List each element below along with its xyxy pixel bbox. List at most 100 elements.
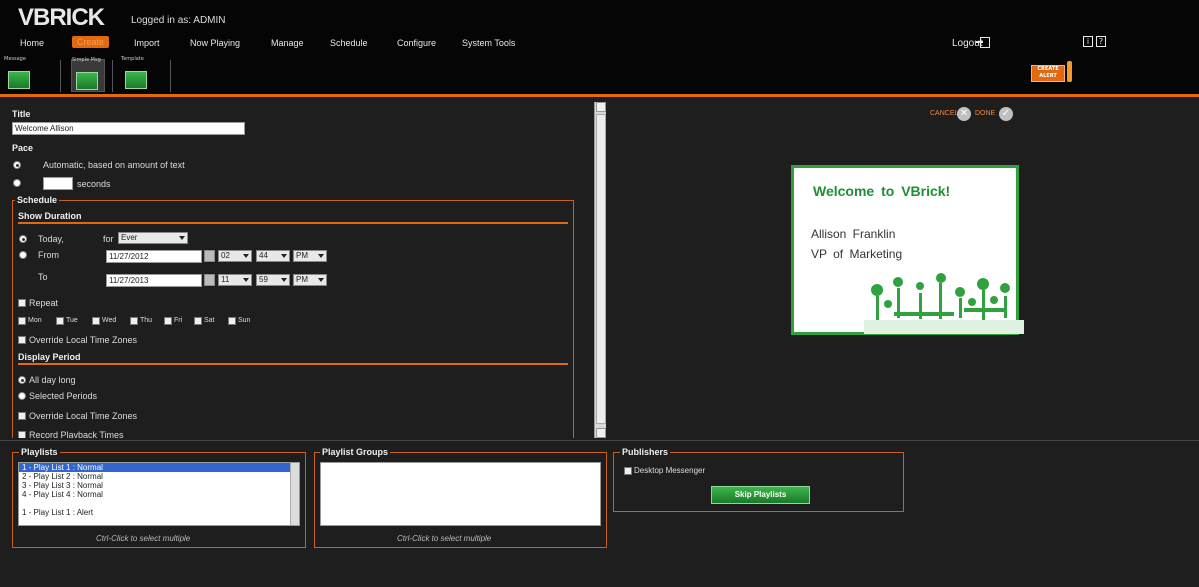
day-label-mon: Mon	[28, 317, 42, 324]
to-minute-select[interactable]: 59	[256, 274, 290, 286]
scroll-down-icon[interactable]	[596, 428, 606, 438]
nav-import[interactable]: Import	[134, 38, 160, 48]
desktop-messenger-checkbox[interactable]	[624, 467, 632, 475]
nav-home[interactable]: Home	[20, 38, 44, 48]
nav-manage[interactable]: Manage	[271, 38, 304, 48]
tool-simple-message-label: Simple Msg	[72, 57, 101, 63]
day-checkbox-wed[interactable]	[92, 317, 100, 325]
show-duration-divider	[18, 222, 568, 224]
message-preview: Welcome to VBrick! Allison Franklin VP o…	[791, 165, 1024, 335]
list-item[interactable]: 3 - Play List 3 : Normal	[19, 481, 299, 490]
desktop-messenger-label: Desktop Messenger	[634, 466, 706, 475]
day-checkbox-mon[interactable]	[18, 317, 26, 325]
nav-now-playing[interactable]: Now Playing	[190, 38, 240, 48]
chevron-down-icon	[243, 254, 249, 258]
nav-system-tools[interactable]: System Tools	[462, 38, 515, 48]
playlist-groups-listbox[interactable]	[320, 462, 601, 526]
from-minute-select[interactable]: 44	[256, 250, 290, 262]
list-item[interactable]: 1 - Play List 1 : Normal	[19, 463, 299, 472]
repeat-label: Repeat	[29, 298, 59, 308]
logout-link[interactable]: Logout	[952, 38, 983, 49]
repeat-checkbox[interactable]	[18, 299, 26, 307]
day-checkbox-thu[interactable]	[130, 317, 138, 325]
nav-schedule[interactable]: Schedule	[330, 38, 368, 48]
to-ampm-select[interactable]: PM	[293, 274, 327, 286]
cancel-link[interactable]: CANCEL	[930, 110, 958, 117]
override-tz-checkbox[interactable]	[18, 336, 26, 344]
list-item[interactable]	[19, 499, 299, 508]
calendar-icon[interactable]	[204, 250, 215, 262]
scroll-up-icon[interactable]	[596, 102, 606, 112]
info-icon[interactable]: i	[1083, 36, 1093, 47]
day-checkbox-sat[interactable]	[194, 317, 202, 325]
all-day-radio[interactable]	[18, 376, 26, 384]
skip-playlists-button[interactable]: Skip Playlists	[711, 486, 810, 504]
from-label: From	[38, 250, 59, 260]
playlists-listbox[interactable]: 1 - Play List 1 : Normal 2 - Play List 2…	[18, 462, 300, 526]
template-icon	[125, 71, 147, 89]
to-hour-select[interactable]: 11	[218, 274, 252, 286]
nav-create[interactable]: Create	[72, 36, 110, 48]
to-date-input[interactable]: 11/27/2013	[106, 274, 202, 287]
day-checkbox-fri[interactable]	[164, 317, 172, 325]
tool-template-label: Template	[121, 56, 144, 62]
preview-title: Welcome to VBrick!	[813, 183, 951, 199]
for-label: for	[103, 234, 114, 244]
playlists-hint: Ctrl-Click to select multiple	[96, 534, 191, 543]
simple-message-icon	[76, 72, 98, 90]
day-checkbox-sun[interactable]	[228, 317, 236, 325]
to-minute-value: 59	[259, 275, 268, 284]
help-icon[interactable]: ?	[1096, 36, 1106, 47]
pace-auto-radio[interactable]	[13, 161, 21, 169]
from-date-input[interactable]: 11/27/2012	[106, 250, 202, 263]
for-select[interactable]: Ever	[118, 232, 188, 244]
to-ampm-value: PM	[296, 275, 308, 284]
override-tz2-checkbox[interactable]	[18, 412, 26, 420]
list-item[interactable]: 2 - Play List 2 : Normal	[19, 472, 299, 481]
override-tz-label: Override Local Time Zones	[29, 335, 138, 345]
title-input[interactable]: Welcome Allison	[12, 122, 245, 135]
selected-periods-radio[interactable]	[18, 392, 26, 400]
logged-in-label: Logged in as: ADMIN	[131, 15, 226, 26]
today-radio[interactable]	[19, 235, 27, 243]
done-icon[interactable]: ✓	[999, 107, 1013, 121]
pace-seconds-radio[interactable]	[13, 179, 21, 187]
pace-seconds-label: seconds	[77, 179, 111, 189]
display-period-divider	[18, 363, 568, 365]
tool-simple-message[interactable]: Simple Msg	[71, 57, 105, 92]
create-alert-button[interactable]: CREATE ALERT	[1031, 65, 1065, 82]
from-minute-value: 44	[259, 251, 268, 260]
for-select-value: Ever	[121, 233, 138, 242]
today-label: Today,	[38, 234, 64, 244]
from-hour-select[interactable]: 02	[218, 250, 252, 262]
chevron-down-icon	[179, 236, 185, 240]
from-radio[interactable]	[19, 251, 27, 259]
playlist-groups-hint: Ctrl-Click to select multiple	[397, 534, 492, 543]
logout-icon[interactable]	[976, 37, 990, 48]
day-label-thu: Thu	[140, 317, 153, 324]
preview-panel: CANCEL ✕ DONE ✓ Welcome to VBrick! Allis…	[607, 97, 1199, 440]
done-link[interactable]: DONE	[975, 110, 995, 117]
to-hour-value: 11	[221, 275, 230, 284]
day-label-wed: Wed	[102, 317, 117, 324]
tool-message-label: Message	[4, 56, 26, 62]
from-ampm-select[interactable]: PM	[293, 250, 327, 262]
pace-seconds-input[interactable]	[43, 177, 73, 190]
record-playback-checkbox[interactable]	[18, 431, 26, 438]
tool-template[interactable]: Template	[121, 56, 155, 92]
list-item[interactable]: 1 - Play List 1 : Alert	[19, 508, 299, 517]
list-item[interactable]: 4 - Play List 4 : Normal	[19, 490, 299, 499]
scroll-thumb[interactable]	[596, 114, 606, 424]
tool-message[interactable]: Message	[4, 56, 38, 92]
nav-configure[interactable]: Configure	[397, 38, 436, 48]
all-day-label: All day long	[29, 375, 76, 385]
cancel-icon[interactable]: ✕	[957, 107, 971, 121]
playlists-scrollbar[interactable]	[290, 463, 299, 525]
override-tz2-label: Override Local Time Zones	[29, 411, 138, 421]
toolbar-divider	[170, 60, 171, 92]
calendar-icon[interactable]	[204, 274, 215, 286]
form-scrollbar[interactable]	[594, 102, 606, 438]
day-checkbox-tue[interactable]	[56, 317, 64, 325]
preview-line-1: Allison Franklin	[811, 227, 896, 241]
office-illustration-icon	[864, 273, 1024, 334]
